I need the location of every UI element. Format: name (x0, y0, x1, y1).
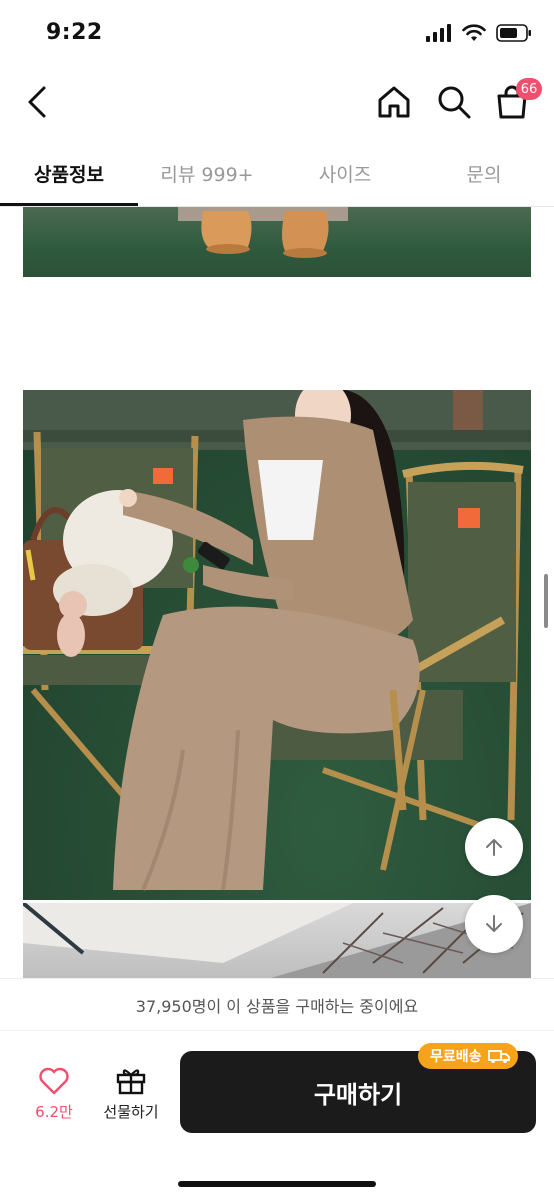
tab-bar: 상품정보 리뷰 999+ 사이즈 문의 (0, 140, 554, 207)
tab-size[interactable]: 사이즈 (276, 140, 414, 206)
wifi-icon (462, 24, 486, 41)
home-button[interactable] (374, 82, 414, 122)
tab-reviews[interactable]: 리뷰 999+ (138, 140, 276, 206)
status-bar: 9:22 (0, 0, 554, 66)
tab-inquiry[interactable]: 문의 (414, 140, 554, 206)
product-detail-screen: 9:22 66 상품정보 리뷰 999+ 사이즈 문의 37,950명이 이 상… (0, 0, 554, 1200)
gift-label: 선물하기 (103, 1103, 159, 1121)
heart-icon (39, 1067, 69, 1095)
nav-bar (0, 66, 554, 138)
arrow-up-icon (486, 839, 502, 856)
gift-icon (116, 1069, 146, 1095)
arrow-down-icon (486, 915, 502, 932)
search-button[interactable] (434, 82, 474, 122)
like-count: 6.2만 (35, 1103, 73, 1121)
status-time: 9:22 (46, 20, 103, 45)
back-button[interactable] (20, 80, 60, 124)
home-icon (378, 86, 410, 118)
free-shipping-badge: 무료배송 (418, 1043, 518, 1069)
gift-button[interactable]: 선물하기 (96, 1061, 166, 1131)
scroll-up-button[interactable] (465, 818, 523, 876)
product-photo (23, 903, 531, 983)
bottom-action-bar: 6.2만 선물하기 구매하기 무료배송 (0, 1030, 554, 1200)
tab-product-info[interactable]: 상품정보 (0, 140, 138, 206)
delivery-truck-icon (487, 1050, 510, 1063)
tab-active-indicator (0, 203, 138, 206)
product-photo (23, 390, 531, 900)
purchase-count-banner: 37,950명이 이 상품을 구매하는 중이에요 (0, 978, 554, 1031)
chevron-left-icon (28, 86, 46, 118)
scroll-down-button[interactable] (465, 895, 523, 953)
status-icons (426, 24, 532, 42)
cellular-signal-icon (426, 24, 451, 42)
battery-icon (496, 24, 531, 42)
free-shipping-label: 무료배송 (430, 1049, 482, 1065)
home-indicator (178, 1181, 376, 1187)
search-icon (438, 86, 471, 119)
cart-count-badge: 66 (516, 78, 542, 100)
scrollbar-thumb[interactable] (544, 574, 548, 628)
like-button[interactable]: 6.2만 (24, 1061, 84, 1131)
product-photo (23, 207, 531, 277)
